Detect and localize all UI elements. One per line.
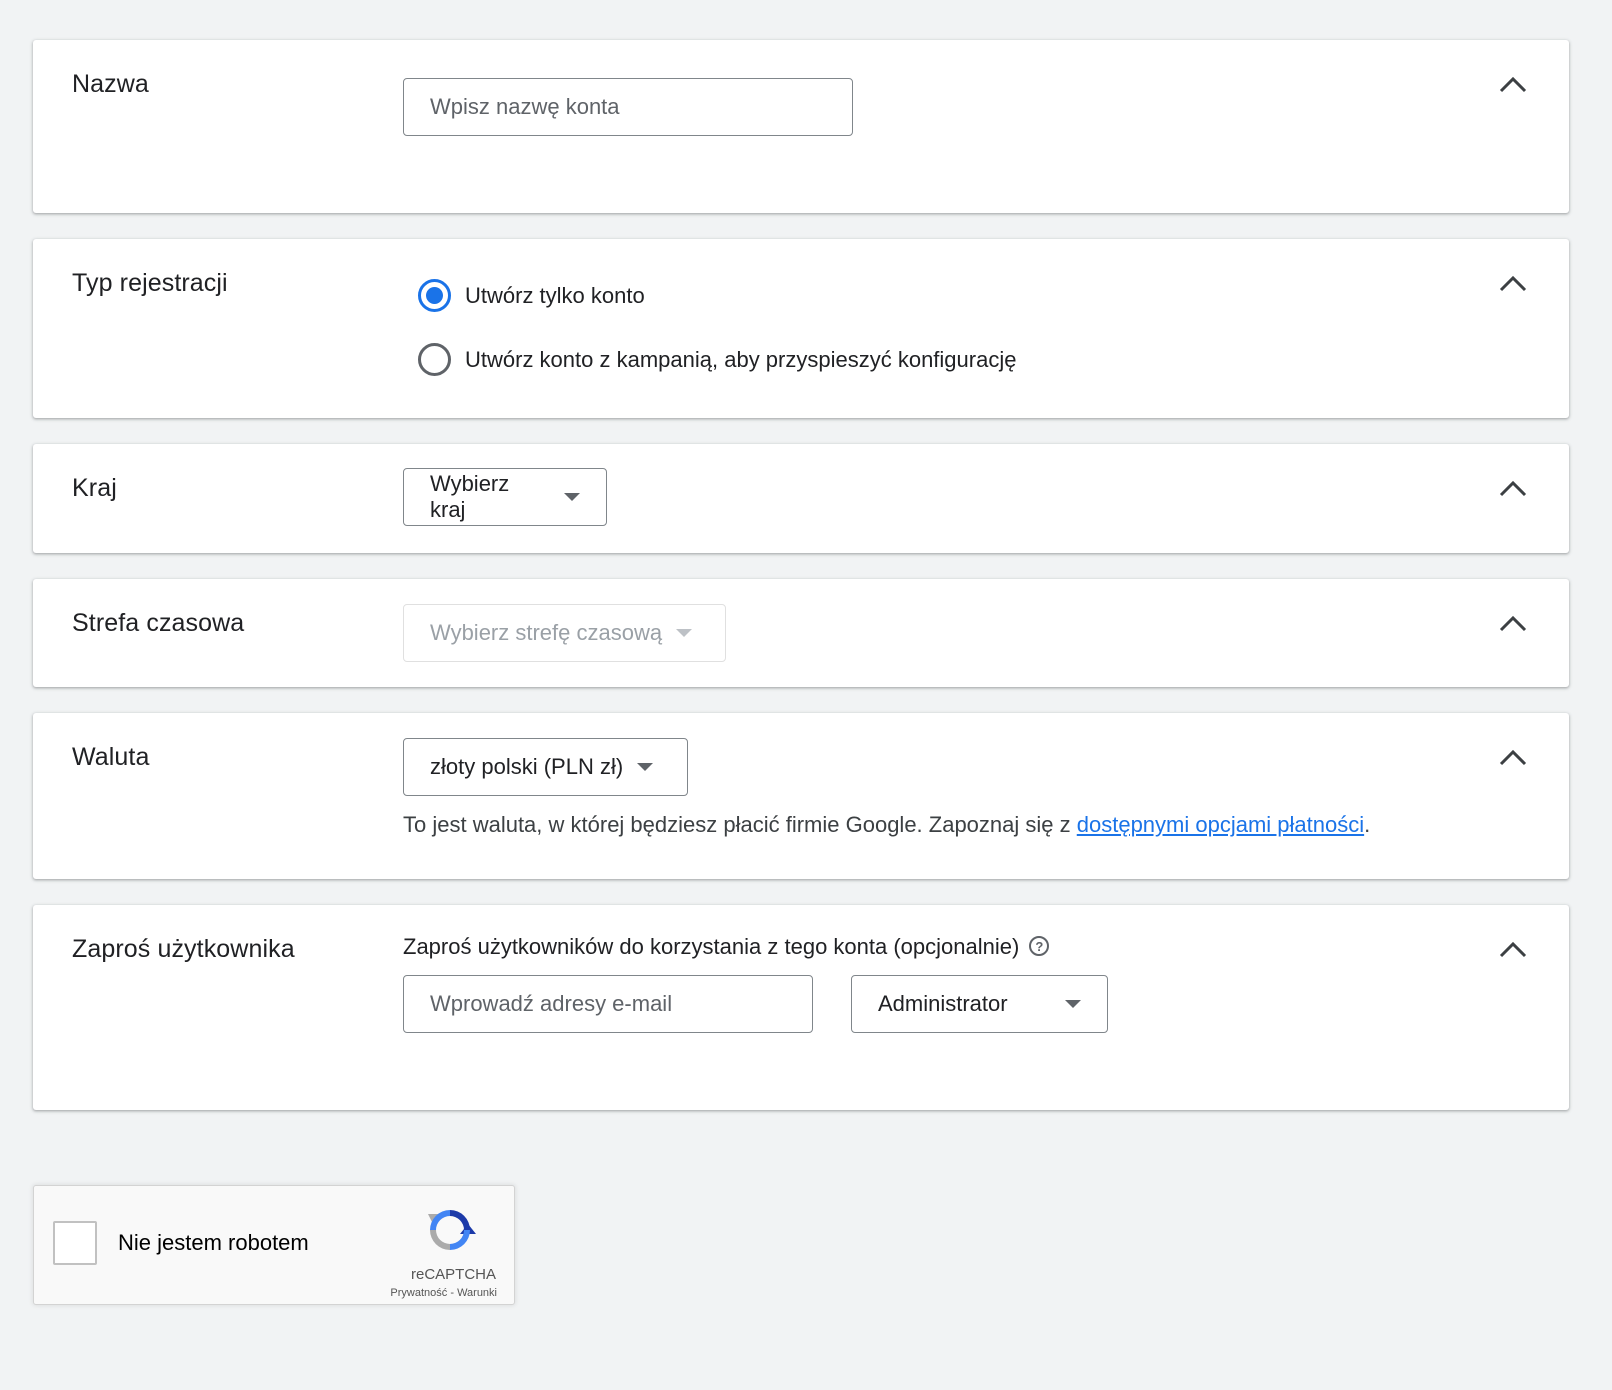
chevron-up-icon [1499,615,1527,632]
dropdown-arrow-icon [564,493,580,501]
recaptcha-terms-link[interactable]: Warunki [457,1287,497,1299]
dropdown-arrow-icon [676,629,693,637]
radio-dot [426,287,443,304]
recaptcha-links: Prywatność - Warunki [390,1287,497,1299]
chevron-up-icon [1499,749,1527,766]
country-section: Kraj Wybierz kraj [33,444,1569,553]
country-select-value: Wybierz kraj [430,471,510,522]
timezone-select-value: Wybierz strefę czasową [430,620,663,645]
invite-user-section: Zaproś użytkownika Zaproś użytkowników d… [33,905,1569,1110]
currency-select-value: złoty polski (PLN zł) [430,754,624,779]
dropdown-arrow-icon [637,763,654,771]
country-section-title: Kraj [72,474,117,502]
recaptcha-links-separator: - [447,1287,458,1299]
invite-description-text: Zaproś użytkowników do korzystania z teg… [403,934,1020,959]
invite-user-title: Zaproś użytkownika [72,935,295,963]
chevron-up-icon [1499,76,1527,93]
radio-option-with-campaign[interactable]: Utwórz konto z kampanią, aby przyspieszy… [384,343,1016,376]
collapse-timezone-button[interactable] [1495,605,1531,641]
country-select[interactable]: Wybierz kraj [403,468,607,526]
collapse-name-button[interactable] [1495,66,1531,102]
recaptcha-privacy-link[interactable]: Prywatność [390,1287,447,1299]
chevron-up-icon [1499,480,1527,497]
recaptcha-logo-icon [428,1210,476,1250]
radio-label-account-only: Utwórz tylko konto [465,282,645,308]
name-section: Nazwa [33,40,1569,213]
currency-helper-text: To jest waluta, w której będziesz płacić… [403,812,1370,838]
radio-label-with-campaign: Utwórz konto z kampanią, aby przyspieszy… [465,346,1017,372]
collapse-registration-button[interactable] [1495,265,1531,301]
invite-email-input[interactable] [403,975,813,1033]
recaptcha-checkbox[interactable] [53,1221,97,1265]
recaptcha-brand: reCAPTCHA [410,1266,496,1283]
radio-option-account-only[interactable]: Utwórz tylko konto [384,279,645,312]
collapse-country-button[interactable] [1495,470,1531,506]
dropdown-arrow-icon [1065,1000,1081,1008]
timezone-section-title: Strefa czasowa [72,609,245,637]
currency-section: Waluta złoty polski (PLN zł) To jest wal… [33,713,1569,879]
name-section-title: Nazwa [72,70,149,98]
collapse-currency-button[interactable] [1495,739,1531,775]
timezone-section: Strefa czasowa Wybierz strefę czasową [33,579,1569,687]
registration-type-title: Typ rejestracji [72,269,228,297]
radio-button-unchecked[interactable] [418,343,451,376]
currency-helper-body: To jest waluta, w której będziesz płacić… [403,812,1077,837]
payment-options-link[interactable]: dostępnymi opcjami płatności [1077,812,1364,837]
registration-type-section: Typ rejestracji Utwórz tylko konto Utwór… [33,239,1569,418]
radio-button-checked[interactable] [418,279,451,312]
role-select-value: Administrator [878,991,1008,1016]
chevron-up-icon [1499,275,1527,292]
recaptcha-label: Nie jestem robotem [118,1230,309,1255]
invite-description: Zaproś użytkowników do korzystania z teg… [403,934,1050,960]
chevron-up-icon [1499,941,1527,958]
account-name-input[interactable] [403,78,853,136]
collapse-invite-button[interactable] [1495,931,1531,967]
recaptcha-widget: Nie jestem robotem reCAPTCHA Prywatność … [33,1185,515,1305]
currency-helper-suffix: . [1364,812,1371,837]
role-select[interactable]: Administrator [851,975,1108,1033]
timezone-select[interactable]: Wybierz strefę czasową [403,604,726,662]
help-icon[interactable]: ? [1029,936,1050,957]
currency-select[interactable]: złoty polski (PLN zł) [403,738,688,796]
currency-section-title: Waluta [72,743,150,771]
